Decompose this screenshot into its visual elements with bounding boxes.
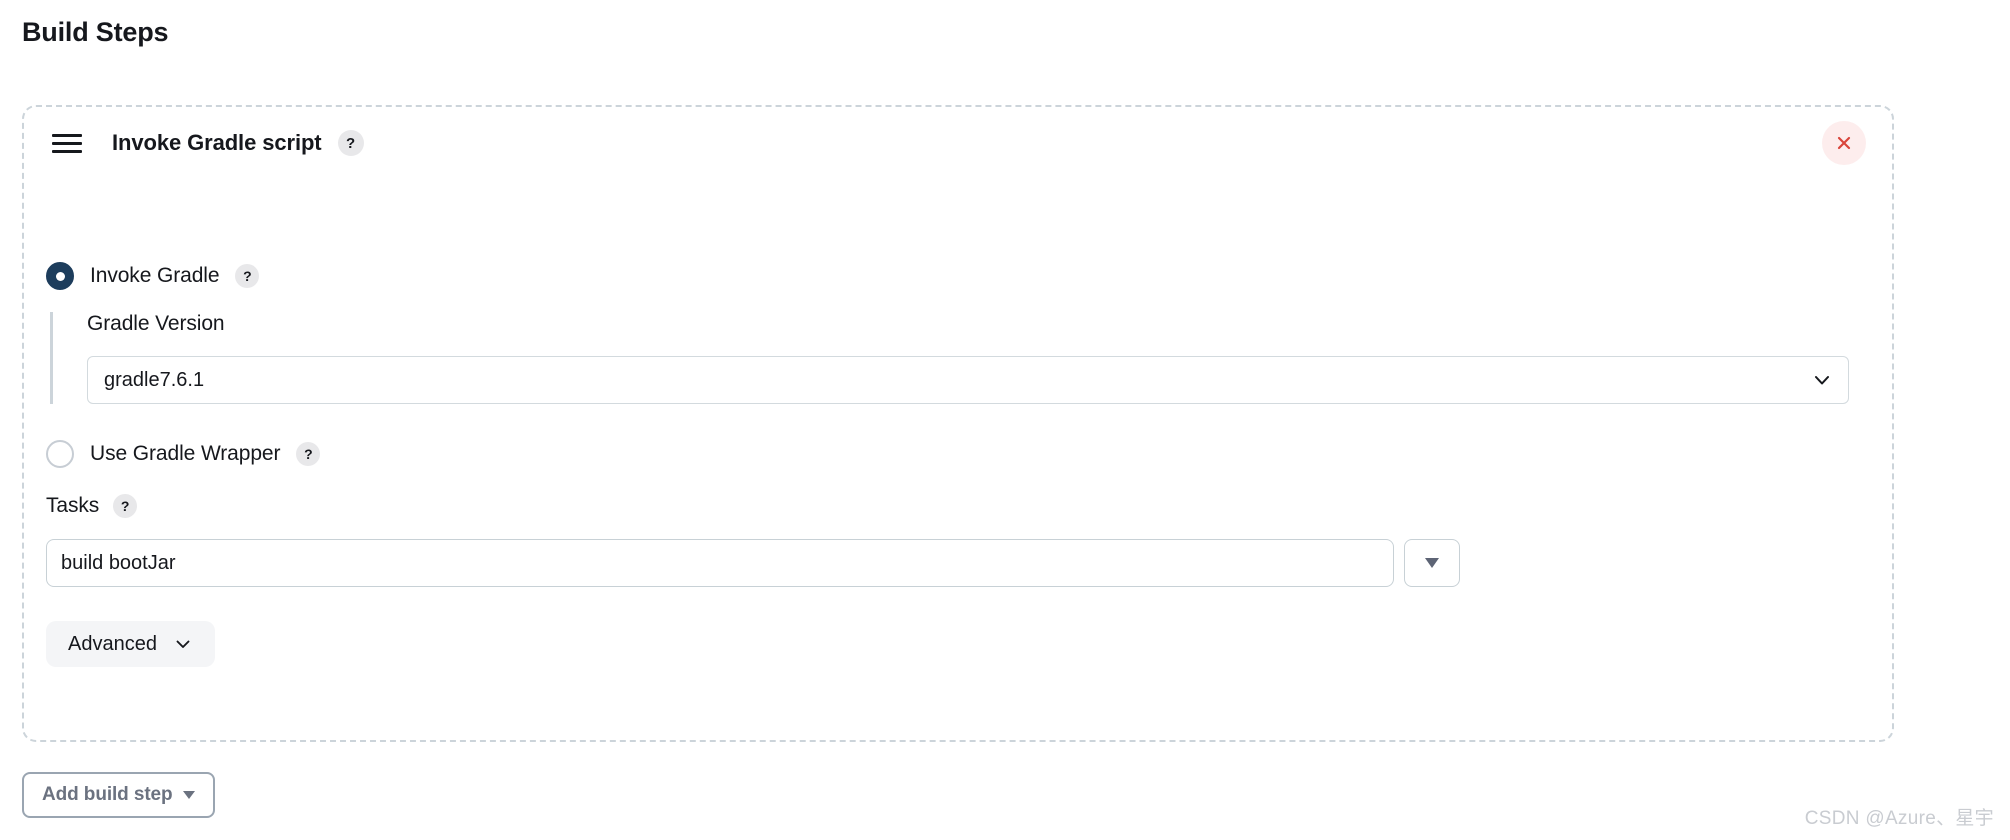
add-build-step-button[interactable]: Add build step <box>22 772 215 818</box>
advanced-toggle-button[interactable]: Advanced <box>46 621 215 667</box>
radio-invoke-gradle[interactable] <box>46 262 74 290</box>
tasks-label: Tasks <box>46 494 100 517</box>
page-title: Build Steps <box>22 17 169 47</box>
remove-build-step-button[interactable] <box>1822 121 1866 165</box>
build-step-header: Invoke Gradle script ? <box>24 107 1892 179</box>
tasks-input[interactable] <box>46 539 1394 587</box>
invoke-gradle-help-icon[interactable]: ? <box>235 264 260 288</box>
radio-label-invoke-gradle: Invoke Gradle <box>90 264 220 287</box>
gradle-version-label: Gradle Version <box>87 312 225 335</box>
caret-down-icon <box>182 791 195 799</box>
build-step-title-help-icon[interactable]: ? <box>337 130 364 156</box>
watermark: CSDN @Azure、星宇 <box>1804 808 1994 829</box>
gradle-version-select-wrap: gradle7.6.1 <box>87 356 1849 404</box>
use-gradle-wrapper-help-icon[interactable]: ? <box>296 442 321 466</box>
radio-use-gradle-wrapper[interactable] <box>46 440 74 468</box>
gradle-version-select[interactable]: gradle7.6.1 <box>87 356 1849 404</box>
radio-option-use-gradle-wrapper[interactable]: Use Gradle Wrapper ? <box>46 440 321 468</box>
tasks-label-row: Tasks ? <box>46 494 138 518</box>
advanced-label: Advanced <box>68 632 157 655</box>
gradle-version-value: gradle7.6.1 <box>104 368 205 391</box>
gradle-version-field: Gradle Version gradle7.6.1 <box>50 312 1850 404</box>
build-step-title: Invoke Gradle script <box>112 130 322 155</box>
radio-option-invoke-gradle[interactable]: Invoke Gradle ? <box>46 262 260 290</box>
tasks-dropdown-button[interactable] <box>1404 539 1460 587</box>
build-step-card: Invoke Gradle script ? Invoke Gradle ? G… <box>22 105 1894 742</box>
close-x-icon <box>1837 136 1851 150</box>
tasks-input-row <box>46 539 1460 587</box>
caret-down-icon <box>1425 558 1439 568</box>
add-build-step-label: Add build step <box>42 784 173 805</box>
hamburger-drag-handle-icon[interactable] <box>52 133 82 153</box>
build-steps-page: Build Steps Invoke Gradle script ? Invok… <box>0 0 2010 840</box>
tasks-help-icon[interactable]: ? <box>113 494 138 518</box>
chevron-down-icon <box>176 640 190 648</box>
radio-label-use-gradle-wrapper: Use Gradle Wrapper <box>90 442 281 465</box>
